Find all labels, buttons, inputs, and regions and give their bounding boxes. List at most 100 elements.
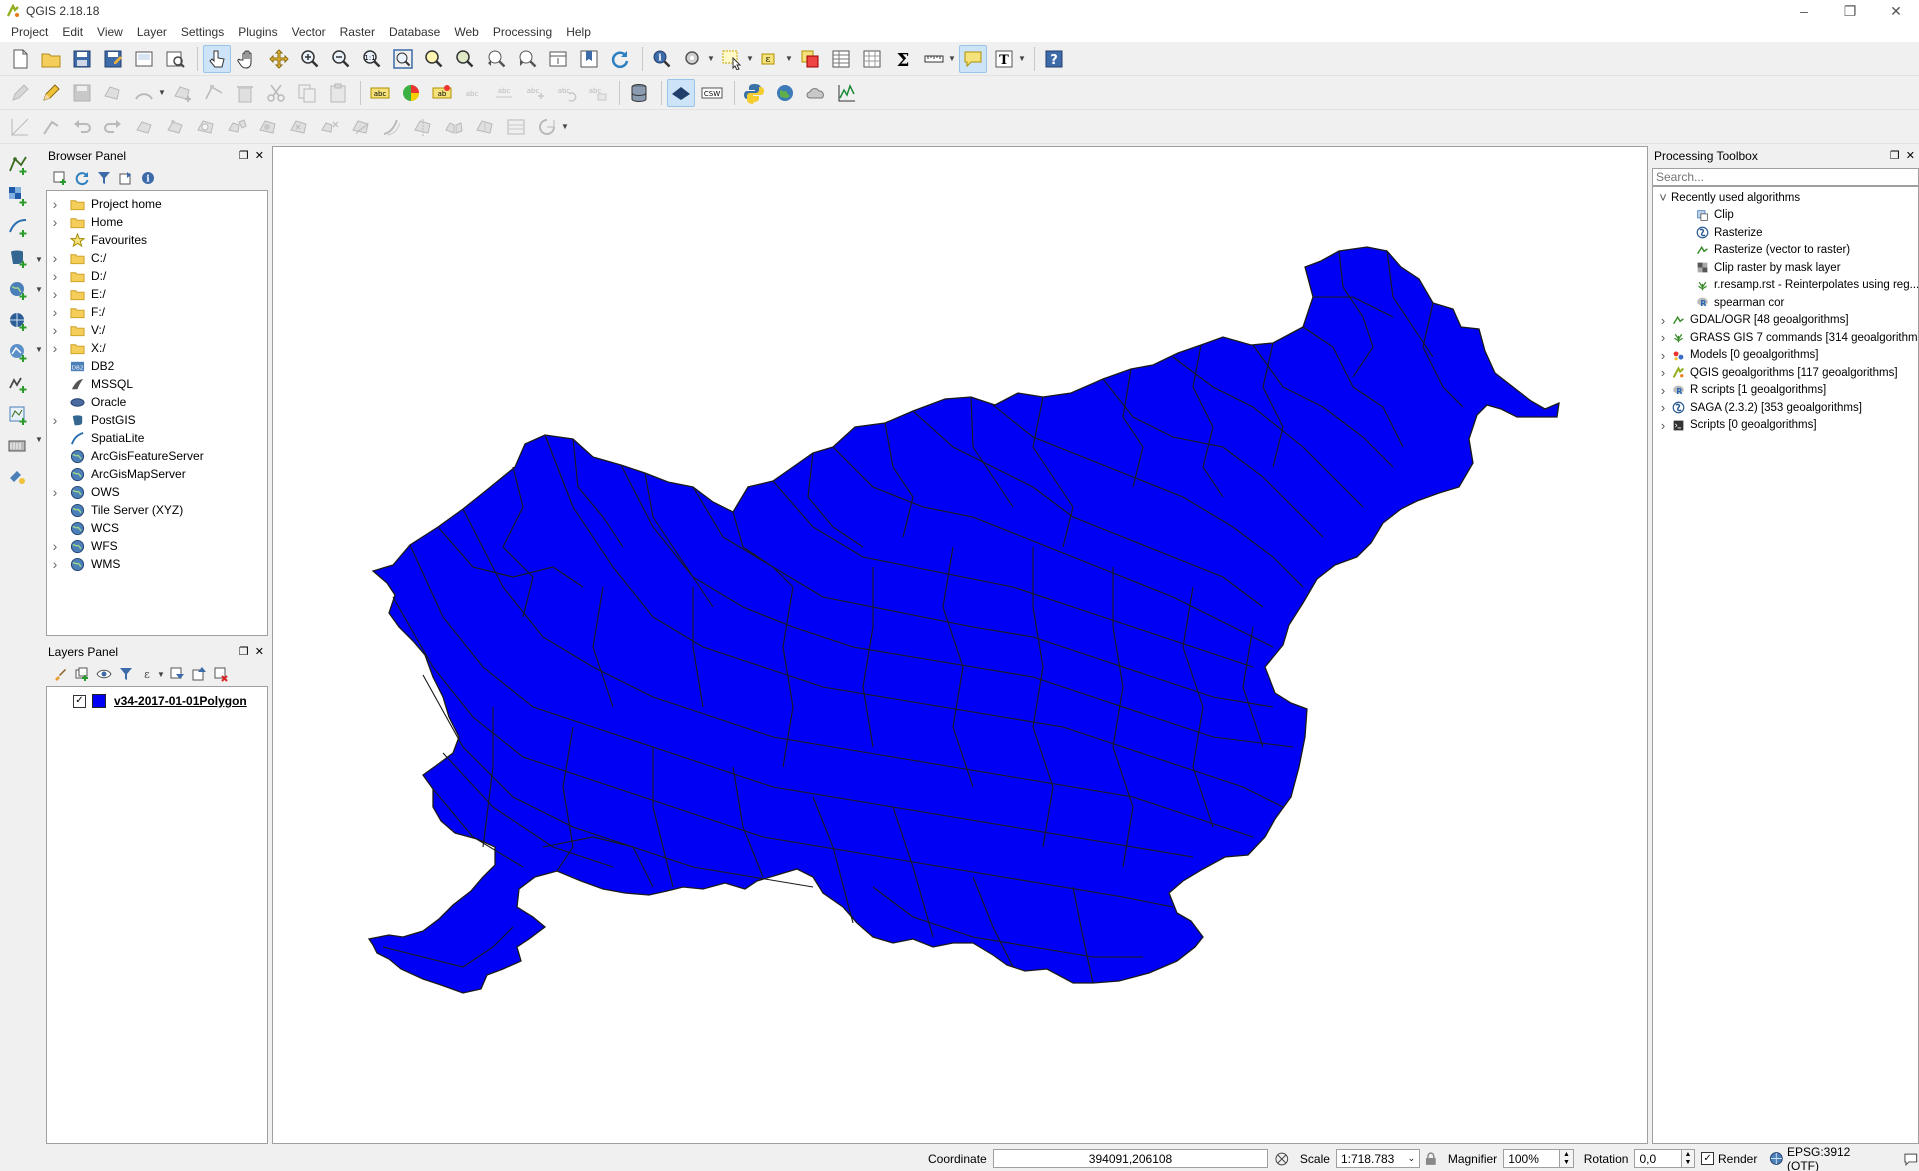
rotate-point-symbols-button[interactable] bbox=[533, 113, 561, 141]
browser-item[interactable]: Favourites bbox=[47, 231, 267, 249]
refresh-button[interactable] bbox=[606, 45, 634, 73]
add-spatialite-layer-button[interactable] bbox=[4, 215, 32, 240]
add-feature-button[interactable] bbox=[99, 79, 127, 107]
menu-database[interactable]: Database bbox=[382, 22, 447, 42]
chevron-right-icon[interactable]: › bbox=[47, 484, 63, 500]
add-wcs-layer-button[interactable] bbox=[4, 308, 32, 333]
browser-item[interactable]: › OWS bbox=[47, 483, 267, 501]
chevron-right-icon[interactable]: › bbox=[47, 340, 63, 356]
save-layer-edits-button[interactable] bbox=[68, 79, 96, 107]
rotation-field[interactable]: 0,0 bbox=[1634, 1149, 1682, 1168]
split-parts-button[interactable] bbox=[440, 113, 468, 141]
chevron-right-icon[interactable]: › bbox=[47, 538, 63, 554]
browser-item[interactable]: ArcGisFeatureServer bbox=[47, 447, 267, 465]
reshape-features-button[interactable] bbox=[347, 113, 375, 141]
simplify-feature-button[interactable] bbox=[161, 113, 189, 141]
metasearch-button[interactable] bbox=[667, 78, 695, 107]
layer-visibility-checkbox[interactable]: ✓ bbox=[73, 694, 86, 708]
field-calculator-button[interactable]: Σ bbox=[889, 45, 917, 73]
browser-item[interactable]: MSSQL bbox=[47, 375, 267, 393]
enable-tracing-button[interactable] bbox=[37, 113, 65, 141]
toolbox-provider[interactable]: › QGIS geoalgorithms [117 geoalgorithms] bbox=[1653, 364, 1918, 382]
add-ring-button[interactable] bbox=[192, 113, 220, 141]
new-map-view-button[interactable] bbox=[544, 45, 572, 73]
toolbox-provider[interactable]: › R R scripts [1 geoalgorithms] bbox=[1653, 382, 1918, 400]
toolbox-provider[interactable]: › Models [0 geoalgorithms] bbox=[1653, 347, 1918, 365]
chevron-right-icon[interactable]: › bbox=[1655, 330, 1671, 345]
messages-icon[interactable] bbox=[1903, 1151, 1919, 1167]
composer-manager-button[interactable] bbox=[161, 45, 189, 73]
add-vector-layer-button[interactable] bbox=[4, 152, 32, 177]
chevron-down-icon[interactable]: ▼ bbox=[35, 435, 43, 444]
advanced-digitizing-button[interactable] bbox=[6, 113, 34, 141]
toolbox-provider[interactable]: › GDAL/OGR [48 geoalgorithms] bbox=[1653, 312, 1918, 330]
python-console-button[interactable] bbox=[740, 79, 768, 107]
change-label-button[interactable]: abc bbox=[583, 79, 611, 107]
toggle-editing-button[interactable] bbox=[37, 79, 65, 107]
select-by-expression-button[interactable]: ε bbox=[757, 45, 785, 73]
rotate-label-button[interactable]: abc bbox=[552, 79, 580, 107]
toolbox-group-recent[interactable]: ˅ Recently used algorithms bbox=[1653, 189, 1918, 207]
layer-diagram-options-button[interactable] bbox=[397, 79, 425, 107]
toolbox-algorithm[interactable]: Rasterize bbox=[1653, 224, 1918, 242]
browser-item[interactable]: Tile Server (XYZ) bbox=[47, 501, 267, 519]
float-panel-icon[interactable]: ❐ bbox=[1890, 149, 1900, 162]
merge-features-button[interactable] bbox=[471, 113, 499, 141]
new-shapefile-layer-button[interactable] bbox=[4, 433, 32, 458]
cloud-plugin-button[interactable] bbox=[802, 79, 830, 107]
run-feature-action-button[interactable] bbox=[679, 45, 707, 73]
browser-item[interactable]: › WFS bbox=[47, 537, 267, 555]
toolbox-algorithm[interactable]: Clip raster by mask layer bbox=[1653, 259, 1918, 277]
map-tips-button[interactable] bbox=[959, 44, 987, 73]
add-virtual-layer-button[interactable] bbox=[4, 402, 32, 427]
extents-toggle-icon[interactable] bbox=[1274, 1151, 1290, 1167]
delete-part-button[interactable] bbox=[316, 113, 344, 141]
copy-features-button[interactable] bbox=[293, 79, 321, 107]
zoom-out-button[interactable] bbox=[327, 45, 355, 73]
close-window-button[interactable]: ✕ bbox=[1873, 0, 1919, 22]
chevron-down-icon[interactable]: ▼ bbox=[158, 88, 166, 97]
toolbox-algorithm[interactable]: Clip bbox=[1653, 207, 1918, 225]
chevron-down-icon[interactable]: ▼ bbox=[35, 285, 43, 294]
pin-unpin-labels-button[interactable]: abc bbox=[459, 79, 487, 107]
delete-ring-button[interactable] bbox=[285, 113, 313, 141]
menu-plugins[interactable]: Plugins bbox=[231, 22, 284, 42]
toolbox-provider[interactable]: › Scripts [0 geoalgorithms] bbox=[1653, 417, 1918, 435]
zoom-in-button[interactable] bbox=[296, 45, 324, 73]
restore-button[interactable]: ❐ bbox=[1827, 0, 1873, 22]
menu-settings[interactable]: Settings bbox=[174, 22, 231, 42]
browser-item[interactable]: › Home bbox=[47, 213, 267, 231]
add-part-button[interactable] bbox=[223, 113, 251, 141]
collapse-all-layers-button[interactable] bbox=[189, 664, 209, 684]
new-bookmark-button[interactable] bbox=[575, 45, 603, 73]
node-tool-button[interactable] bbox=[200, 79, 228, 107]
browser-item[interactable]: › Project home bbox=[47, 195, 267, 213]
fill-ring-button[interactable] bbox=[254, 113, 282, 141]
new-print-composer-button[interactable] bbox=[130, 45, 158, 73]
scale-combobox[interactable]: 1:718.783 ⌄ bbox=[1335, 1149, 1421, 1168]
toolbox-search-input[interactable] bbox=[1652, 168, 1919, 186]
browser-item[interactable]: WCS bbox=[47, 519, 267, 537]
split-features-button[interactable] bbox=[409, 113, 437, 141]
add-selected-layers-button[interactable] bbox=[50, 168, 70, 188]
minimize-button[interactable]: – bbox=[1781, 0, 1827, 22]
identify-features-button[interactable]: i bbox=[648, 45, 676, 73]
toolbox-algorithm[interactable]: Rasterize (vector to raster) bbox=[1653, 242, 1918, 260]
menu-help[interactable]: Help bbox=[559, 22, 598, 42]
chevron-right-icon[interactable]: › bbox=[1655, 313, 1671, 328]
save-as-button[interactable] bbox=[99, 45, 127, 73]
chevron-down-icon[interactable]: ▼ bbox=[746, 54, 754, 63]
move-label-button[interactable]: abc bbox=[521, 79, 549, 107]
paste-features-button[interactable] bbox=[324, 79, 352, 107]
chevron-down-icon[interactable]: ▼ bbox=[785, 54, 793, 63]
close-panel-icon[interactable]: ✕ bbox=[1906, 149, 1915, 162]
filter-browser-button[interactable] bbox=[94, 168, 114, 188]
chevron-right-icon[interactable]: › bbox=[47, 304, 63, 320]
browser-item[interactable]: › PostGIS bbox=[47, 411, 267, 429]
chevron-right-icon[interactable]: › bbox=[1655, 383, 1671, 398]
browser-item[interactable]: › E:/ bbox=[47, 285, 267, 303]
chevron-down-icon[interactable]: ˅ bbox=[1655, 190, 1671, 205]
crs-globe-icon[interactable] bbox=[1769, 1151, 1784, 1166]
chevron-right-icon[interactable]: › bbox=[47, 196, 63, 212]
chevron-right-icon[interactable]: › bbox=[47, 412, 63, 428]
